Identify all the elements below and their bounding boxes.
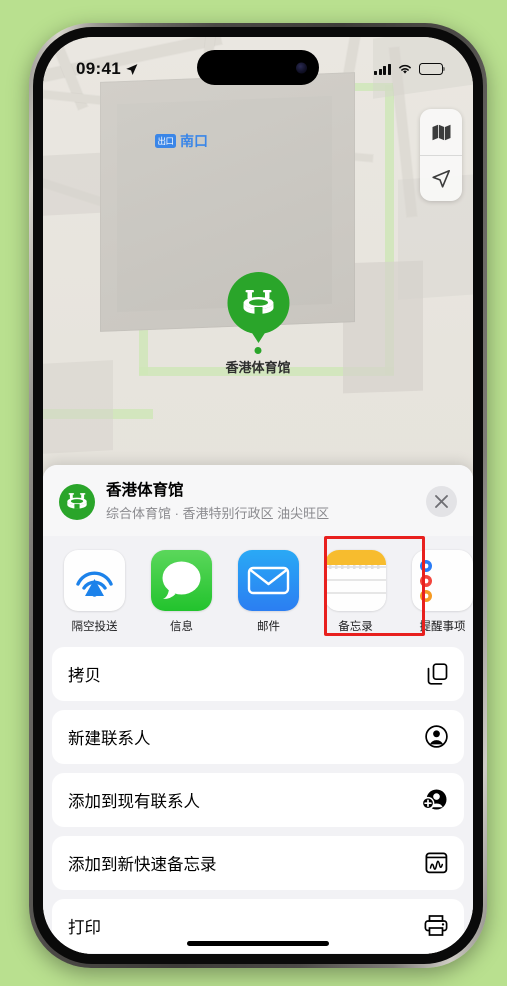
action-list: 拷贝 新建联系人 添加到现有联系人 添加到新快速备忘录 打印 xyxy=(43,643,473,953)
airdrop-icon xyxy=(64,549,125,611)
copy-icon xyxy=(427,662,448,685)
share-app-mail[interactable]: 邮件 xyxy=(233,549,304,634)
pin-anchor-dot xyxy=(254,347,262,354)
action-new-contact[interactable]: 新建联系人 xyxy=(52,710,464,764)
share-app-label: 备忘录 xyxy=(338,620,373,633)
wifi-icon xyxy=(399,64,411,74)
page-subtitle: 综合体育馆 · 香港特别行政区 油尖旺区 xyxy=(106,505,330,521)
share-app-label: 隔空投送 xyxy=(71,620,118,633)
stadium-icon xyxy=(67,493,87,509)
share-app-messages[interactable]: 信息 xyxy=(146,549,217,634)
status-time-text: 09:41 xyxy=(76,59,121,78)
share-app-airdrop[interactable]: 隔空投送 xyxy=(59,549,130,634)
pin-label: 香港体育馆 xyxy=(225,360,291,375)
map-mode-button[interactable] xyxy=(420,109,462,155)
avatar xyxy=(59,483,95,520)
share-app-label: 提醒事项 xyxy=(419,620,466,633)
person-circle-icon xyxy=(425,725,448,748)
mail-icon xyxy=(238,549,299,611)
action-label: 添加到现有联系人 xyxy=(68,792,200,811)
action-add-to-existing-contact[interactable]: 添加到现有联系人 xyxy=(52,773,464,827)
transit-exit-label[interactable]: 出口 南口 xyxy=(155,131,208,151)
action-label: 新建联系人 xyxy=(68,729,151,748)
action-copy[interactable]: 拷贝 xyxy=(52,647,464,701)
person-add-icon xyxy=(422,788,448,811)
app-share-row[interactable]: 隔空投送 信息 邮件 备忘录 提醒事项 xyxy=(43,536,473,643)
location-arrow-icon xyxy=(126,63,138,75)
action-group: 添加到新快速备忘录 xyxy=(52,835,464,890)
exit-name: 南口 xyxy=(180,133,209,149)
action-add-to-new-quick-note[interactable]: 添加到新快速备忘录 xyxy=(52,836,464,890)
share-app-reminders[interactable]: 提醒事项 xyxy=(407,549,473,634)
recenter-button[interactable] xyxy=(420,155,462,201)
pin-bubble xyxy=(226,272,289,334)
action-group: 新建联系人 xyxy=(52,709,464,764)
stadium-icon xyxy=(242,290,273,314)
status-indicators xyxy=(374,63,446,75)
home-indicator[interactable] xyxy=(187,941,329,946)
exit-badge: 出口 xyxy=(155,134,177,148)
map-controls xyxy=(420,109,462,201)
front-camera-lens xyxy=(296,62,307,73)
share-sheet: 香港体育馆 综合体育馆 · 香港特别行政区 油尖旺区 隔空投送 信息 邮件 备忘… xyxy=(43,465,473,954)
cellular-bars-icon xyxy=(374,63,391,75)
close-button[interactable] xyxy=(426,486,457,518)
action-label: 打印 xyxy=(68,918,101,937)
share-app-label: 邮件 xyxy=(257,620,280,633)
action-group: 添加到现有联系人 xyxy=(52,772,464,827)
app-share-row-container: 隔空投送 信息 邮件 备忘录 提醒事项 xyxy=(43,535,473,643)
page-title: 香港体育馆 xyxy=(106,482,184,499)
reminders-icon xyxy=(412,549,473,611)
dynamic-island xyxy=(197,50,319,85)
place-pin[interactable]: 香港体育馆 xyxy=(225,272,291,376)
printer-icon xyxy=(424,915,448,936)
notes-icon xyxy=(325,549,386,611)
messages-icon xyxy=(151,549,212,611)
action-group: 拷贝 xyxy=(52,646,464,701)
phone-screen: 出口 南口 香港体育馆 09:41 香港体育馆 综合体育馆 · 香港特别行政区 … xyxy=(43,37,473,954)
share-sheet-header: 香港体育馆 综合体育馆 · 香港特别行政区 油尖旺区 xyxy=(43,465,473,536)
share-app-label: 信息 xyxy=(170,620,193,633)
close-icon xyxy=(435,495,448,509)
share-app-notes[interactable]: 备忘录 xyxy=(320,549,391,634)
action-label: 添加到新快速备忘录 xyxy=(68,855,217,874)
quick-note-icon xyxy=(425,852,448,874)
action-label: 拷贝 xyxy=(68,666,101,685)
navigation-arrow-icon xyxy=(432,169,450,188)
share-sheet-title-block: 香港体育馆 综合体育馆 · 香港特别行政区 油尖旺区 xyxy=(106,482,426,522)
battery-icon xyxy=(419,63,446,75)
status-time-group: 09:41 xyxy=(76,59,138,79)
folded-map-icon xyxy=(432,124,450,140)
